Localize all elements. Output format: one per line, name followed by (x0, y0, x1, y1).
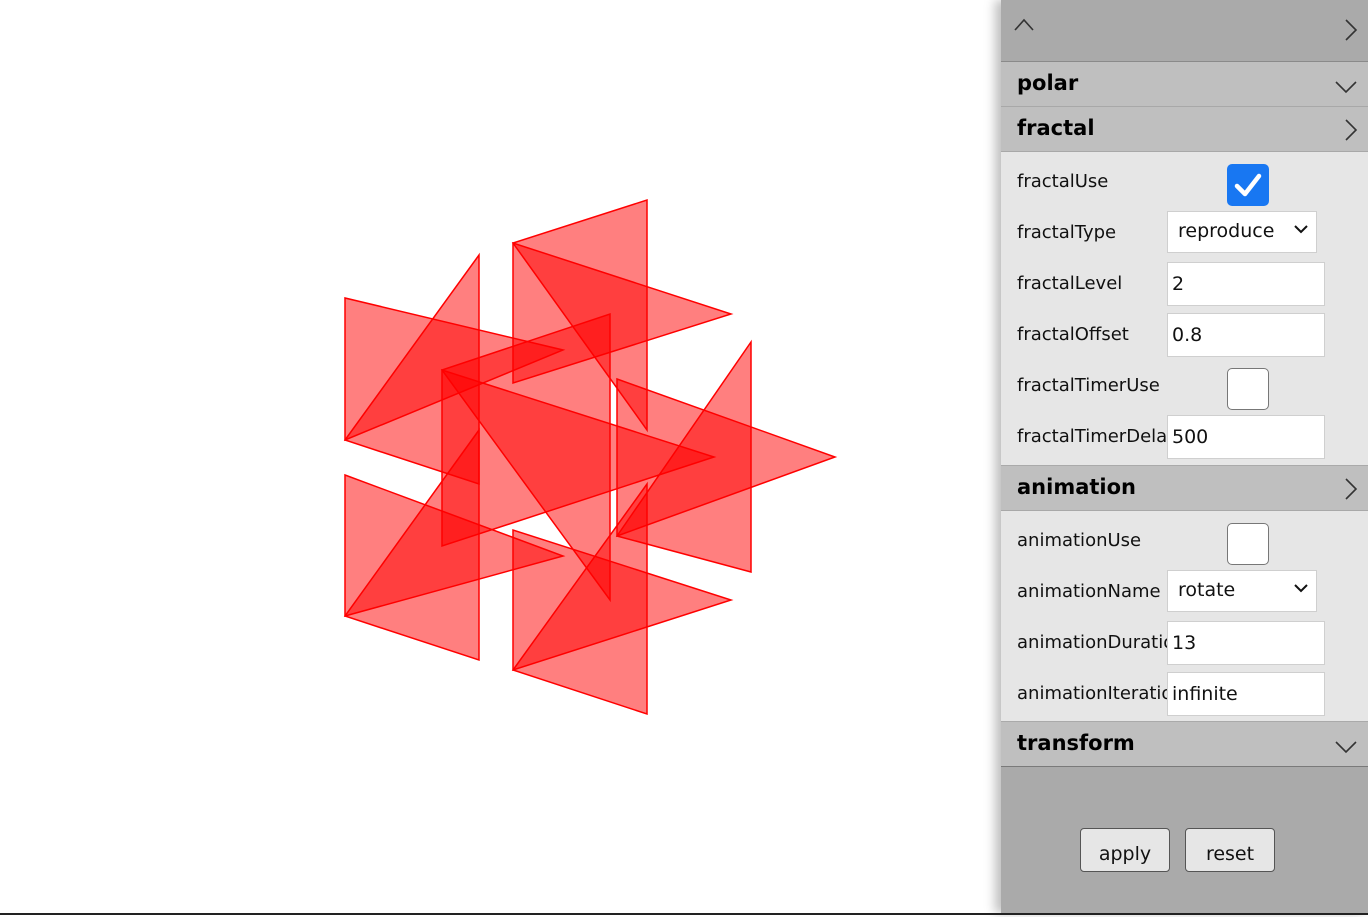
chevron-right-icon[interactable] (1344, 478, 1358, 500)
section-fractal-header[interactable]: fractal (1001, 107, 1368, 152)
field-row: animationDuratio 13 (1001, 618, 1368, 669)
field-row: fractalTimerDelay 500 (1001, 412, 1368, 463)
select-value: reproduce (1178, 220, 1275, 242)
field-label: fractalType (1017, 222, 1117, 243)
section-title: fractal (1017, 116, 1095, 140)
field-row: fractalUse (1001, 157, 1368, 208)
field-label: animationUse (1017, 530, 1142, 551)
field-row: fractalOffset 0.8 (1001, 310, 1368, 361)
section-animation-body: animationUse animationName rotate animat… (1001, 511, 1368, 721)
fractal-timer-use-checkbox[interactable] (1227, 368, 1269, 410)
animation-iteration-input[interactable]: infinite (1167, 672, 1325, 716)
fractal-type-select[interactable]: reproduce (1167, 211, 1317, 253)
field-label: animationName (1017, 581, 1161, 602)
fractal-star-drawing (343, 198, 838, 716)
chevron-down-icon[interactable] (1335, 80, 1357, 94)
section-title: transform (1017, 731, 1135, 755)
field-label: fractalOffset (1017, 324, 1129, 345)
fractal-level-input[interactable]: 2 (1167, 262, 1325, 306)
field-row: fractalLevel 2 (1001, 259, 1368, 310)
field-label: fractalLevel (1017, 273, 1123, 294)
controls-panel: polar fractal fractalUse fractalType rep… (1001, 0, 1368, 913)
animation-use-checkbox[interactable] (1227, 523, 1269, 565)
chevron-right-icon[interactable] (1344, 119, 1358, 141)
fractal-offset-input[interactable]: 0.8 (1167, 313, 1325, 357)
field-row: animationName rotate (1001, 567, 1368, 618)
field-label: fractalUse (1017, 171, 1109, 192)
section-fractal-body: fractalUse fractalType reproduce fractal… (1001, 152, 1368, 465)
chevron-down-icon (1294, 584, 1308, 593)
select-value: rotate (1178, 579, 1236, 601)
field-label: animationIteratio (1017, 683, 1167, 704)
fractal-timer-delay-input[interactable]: 500 (1167, 415, 1325, 459)
fractal-use-checkbox[interactable] (1227, 164, 1269, 206)
field-row: fractalType reproduce (1001, 208, 1368, 259)
panel-toolbar (1001, 0, 1368, 62)
drawing-canvas (0, 0, 1001, 913)
field-label: fractalTimerDelay (1017, 426, 1167, 447)
chevron-down-icon[interactable] (1335, 740, 1357, 754)
field-row: animationUse (1001, 516, 1368, 567)
chevron-down-icon (1294, 225, 1308, 234)
reset-button[interactable]: reset (1185, 828, 1275, 872)
checkmark-icon (1234, 173, 1262, 197)
section-title: animation (1017, 475, 1136, 499)
field-label: fractalTimerUse (1017, 375, 1160, 396)
animation-name-select[interactable]: rotate (1167, 570, 1317, 612)
section-animation-header[interactable]: animation (1001, 466, 1368, 511)
apply-button[interactable]: apply (1080, 828, 1170, 872)
section-polar-header[interactable]: polar (1001, 62, 1368, 107)
field-row: fractalTimerUse (1001, 361, 1368, 412)
section-title: polar (1017, 71, 1079, 95)
section-transform-header[interactable]: transform (1001, 722, 1368, 767)
field-label: animationDuratio (1017, 632, 1167, 653)
chevron-right-icon[interactable] (1344, 19, 1358, 41)
animation-duration-input[interactable]: 13 (1167, 621, 1325, 665)
field-row: animationIteratio infinite (1001, 669, 1368, 720)
collapse-up-icon[interactable] (1014, 18, 1034, 32)
